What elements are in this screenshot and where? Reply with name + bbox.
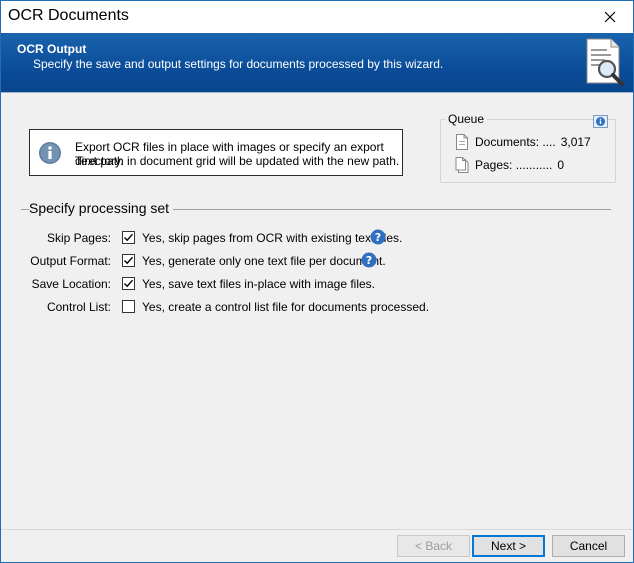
control-list-checkbox[interactable] (122, 300, 135, 313)
option-text: Yes, save text files in-place with image… (142, 277, 375, 291)
option-label: Output Format: (30, 254, 111, 268)
option-text: Yes, generate only one text file per doc… (142, 254, 386, 268)
queue-pages-row: Pages: ........... 0 (455, 157, 564, 173)
option-row-skip-pages: Skip Pages: Yes, skip pages from OCR wit… (1, 229, 633, 247)
option-row-save-location: Save Location: Yes, save text files in-p… (1, 275, 633, 293)
section-title: Specify processing set (29, 200, 174, 216)
queue-documents-value: 3,017 (560, 135, 591, 149)
option-row-output-format: Output Format: Yes, generate only one te… (1, 252, 633, 270)
back-button[interactable]: < Back (397, 535, 470, 557)
banner-title: OCR Output (17, 42, 87, 56)
next-button[interactable]: Next > (472, 535, 545, 557)
option-label: Control List: (46, 300, 111, 314)
wizard-header-banner: OCR Output Specify the save and output s… (1, 33, 633, 92)
cancel-button[interactable]: Cancel (552, 535, 625, 557)
queue-legend: Queue (445, 112, 488, 126)
close-icon (604, 11, 616, 23)
help-icon[interactable]: ? (370, 229, 386, 245)
queue-pages-value: 0 (557, 158, 565, 172)
save-location-checkbox[interactable] (122, 277, 135, 290)
banner-divider (1, 92, 633, 93)
banner-subtitle: Specify the save and output settings for… (33, 57, 444, 71)
option-text: Yes, skip pages from OCR with existing t… (142, 231, 403, 245)
document-icon (456, 134, 468, 150)
footer-divider (1, 529, 633, 530)
option-text: Yes, create a control list file for docu… (142, 300, 430, 314)
svg-text:?: ? (375, 231, 381, 244)
checkmark-icon (124, 256, 134, 265)
document-search-icon (586, 38, 624, 86)
checkmark-icon (124, 279, 134, 288)
option-label: Save Location: (31, 277, 111, 291)
skip-pages-checkbox[interactable] (122, 231, 135, 244)
queue-pages-label: Pages: ........... (475, 158, 553, 172)
wizard-window: OCR Documents OCR Output Specify the sav… (0, 0, 634, 563)
help-icon[interactable]: ? (361, 252, 377, 268)
option-label: Skip Pages: (46, 231, 111, 245)
pages-icon (455, 157, 469, 173)
title-bar: OCR Documents (1, 1, 633, 33)
window-title: OCR Documents (8, 7, 129, 24)
queue-documents-label: Documents: .... (475, 135, 556, 149)
info-message-box: Export OCR files in place with images or… (29, 129, 403, 176)
queue-info-icon[interactable] (593, 115, 608, 128)
queue-documents-row: Documents: .... 3,017 (455, 134, 591, 150)
queue-group (440, 119, 616, 183)
svg-text:?: ? (366, 254, 372, 267)
info-text-line-2: Text path in document grid will be updat… (75, 154, 400, 168)
option-row-control-list: Control List: Yes, create a control list… (1, 298, 633, 316)
close-button[interactable] (587, 1, 633, 33)
info-icon (39, 142, 61, 164)
output-format-checkbox[interactable] (122, 254, 135, 267)
checkmark-icon (124, 233, 134, 242)
